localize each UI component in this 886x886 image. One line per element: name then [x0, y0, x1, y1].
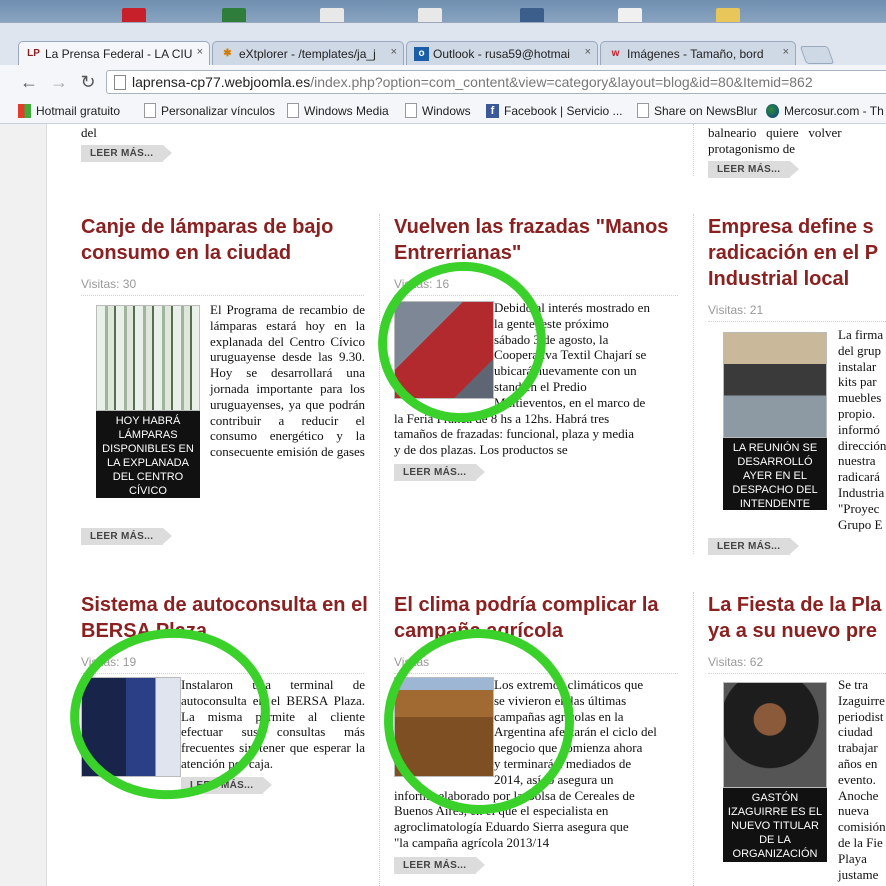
- read-more-button[interactable]: LEER MÁS...: [81, 145, 173, 162]
- images-site-icon: w: [611, 48, 620, 59]
- browser-chrome: LP La Prensa Federal - LA CIU × ✱ eXtplo…: [0, 22, 886, 125]
- divider: [708, 321, 886, 322]
- tab-extplorer[interactable]: ✱ eXtplorer - /templates/ja_j ×: [212, 41, 404, 65]
- article-hits: Visitas: 21: [708, 303, 764, 317]
- tab-label: eXtplorer - /templates/ja_j: [239, 47, 376, 61]
- article-title[interactable]: Vuelven las frazadas "Manos Entrerrianas…: [394, 214, 679, 266]
- page-icon: [114, 75, 126, 90]
- divider: [708, 673, 886, 674]
- article-summary: El Programa de recambio de lámparas esta…: [210, 302, 365, 460]
- browser-toolbar: ← → ↻ laprensa-cp77.webjoomla.es/index.p…: [0, 65, 886, 99]
- bookmark-windows[interactable]: Windows: [404, 102, 471, 120]
- extplorer-icon: ✱: [223, 48, 232, 59]
- tab-label: Outlook - rusa59@hotmai: [433, 47, 570, 61]
- read-more-button[interactable]: LEER MÁS...: [708, 161, 800, 178]
- close-tab-icon[interactable]: ×: [197, 46, 203, 58]
- article-title[interactable]: Sistema de autoconsulta en el BERSA Plaz…: [81, 592, 371, 644]
- article-tail-text: del: [81, 125, 97, 140]
- article-summary: Se tra Izaguirre periodist ciudad trabaj…: [838, 677, 886, 882]
- new-tab-button[interactable]: [799, 46, 835, 64]
- tab-strip: LP La Prensa Federal - LA CIU × ✱ eXtplo…: [0, 41, 886, 65]
- back-icon[interactable]: ←: [18, 71, 40, 93]
- page-content: del LEER MÁS... balneario quiere volver …: [0, 124, 886, 886]
- divider: [81, 295, 364, 296]
- article-photo-speaker: [723, 682, 827, 788]
- column-separator: [379, 592, 380, 886]
- windows-icon: [18, 104, 31, 118]
- column-separator: [693, 124, 694, 176]
- read-more-button[interactable]: LEER MÁS...: [394, 857, 486, 874]
- reload-icon[interactable]: ↻: [77, 71, 99, 93]
- photo-caption: GASTÓN IZAGUIRRE ES EL NUEVO TITULAR DE …: [723, 788, 827, 862]
- tab-label: Imágenes - Tamaño, bord: [627, 47, 764, 61]
- bookmark-personalizar[interactable]: Personalizar vínculos: [143, 102, 275, 120]
- bookmarks-bar: Hotmail gratuito Personalizar vínculos W…: [0, 99, 886, 124]
- column-separator: [379, 214, 380, 594]
- bookmark-hotmail[interactable]: Hotmail gratuito: [18, 102, 120, 120]
- close-tab-icon[interactable]: ×: [783, 46, 789, 58]
- tab-label: La Prensa Federal - LA CIU: [45, 47, 193, 61]
- tab-imagenes[interactable]: w Imágenes - Tamaño, bord ×: [600, 41, 796, 65]
- article-tail-text: protagonismo de: [708, 141, 796, 156]
- forward-icon[interactable]: →: [48, 71, 70, 93]
- photo-caption: HOY HABRÁ LÁMPARAS DISPONIBLES EN LA EXP…: [96, 411, 200, 498]
- tab-outlook[interactable]: o Outlook - rusa59@hotmai ×: [406, 41, 598, 65]
- read-more-button[interactable]: LEER MÁS...: [708, 538, 800, 555]
- column-separator: [693, 592, 694, 886]
- bookmark-mercosur[interactable]: Mercosur.com - Th: [766, 102, 884, 120]
- article-hits: Visitas: 30: [81, 277, 137, 291]
- page-icon: [144, 103, 156, 118]
- article-photo-lamps: [96, 305, 200, 411]
- read-more-button[interactable]: LEER MÁS...: [394, 464, 486, 481]
- close-tab-icon[interactable]: ×: [585, 46, 591, 58]
- lp-logo-icon: LP: [27, 48, 40, 59]
- article-tail-text: balneario quiere volver: [708, 125, 842, 140]
- article-title[interactable]: Empresa define s radicación en el P Indu…: [708, 214, 886, 292]
- close-tab-icon[interactable]: ×: [391, 46, 397, 58]
- bookmark-facebook[interactable]: f Facebook | Servicio ...: [486, 102, 623, 120]
- column-separator: [693, 214, 694, 554]
- read-more-button[interactable]: LEER MÁS...: [81, 528, 173, 545]
- article-title[interactable]: La Fiesta de la Pla ya a su nuevo pre: [708, 592, 886, 644]
- mercosur-icon: [766, 104, 779, 118]
- page-icon: [287, 103, 299, 118]
- outlook-icon: o: [414, 47, 429, 61]
- tab-la-prensa[interactable]: LP La Prensa Federal - LA CIU ×: [18, 41, 210, 65]
- page-icon: [637, 103, 649, 118]
- article-photo-meeting: [723, 332, 827, 438]
- article-hits: Visitas: 62: [708, 655, 764, 669]
- bookmark-windows-media[interactable]: Windows Media: [286, 102, 389, 120]
- page-icon: [405, 103, 417, 118]
- page-left-margin: [0, 124, 47, 886]
- url-text[interactable]: laprensa-cp77.webjoomla.es/index.php?opt…: [132, 74, 813, 90]
- photo-caption: LA REUNIÓN SE DESARROLLÓ AYER EN EL DESP…: [723, 438, 827, 510]
- article-summary: La firma del grup instalar kits par mueb…: [838, 327, 886, 532]
- article-title[interactable]: Canje de lámparas de bajo consumo en la …: [81, 214, 361, 266]
- bookmark-newsblur[interactable]: Share on NewsBlur: [636, 102, 757, 120]
- facebook-icon: f: [486, 104, 499, 118]
- address-bar[interactable]: laprensa-cp77.webjoomla.es/index.php?opt…: [106, 70, 886, 94]
- article-title[interactable]: El clima podría complicar la campaña agr…: [394, 592, 679, 644]
